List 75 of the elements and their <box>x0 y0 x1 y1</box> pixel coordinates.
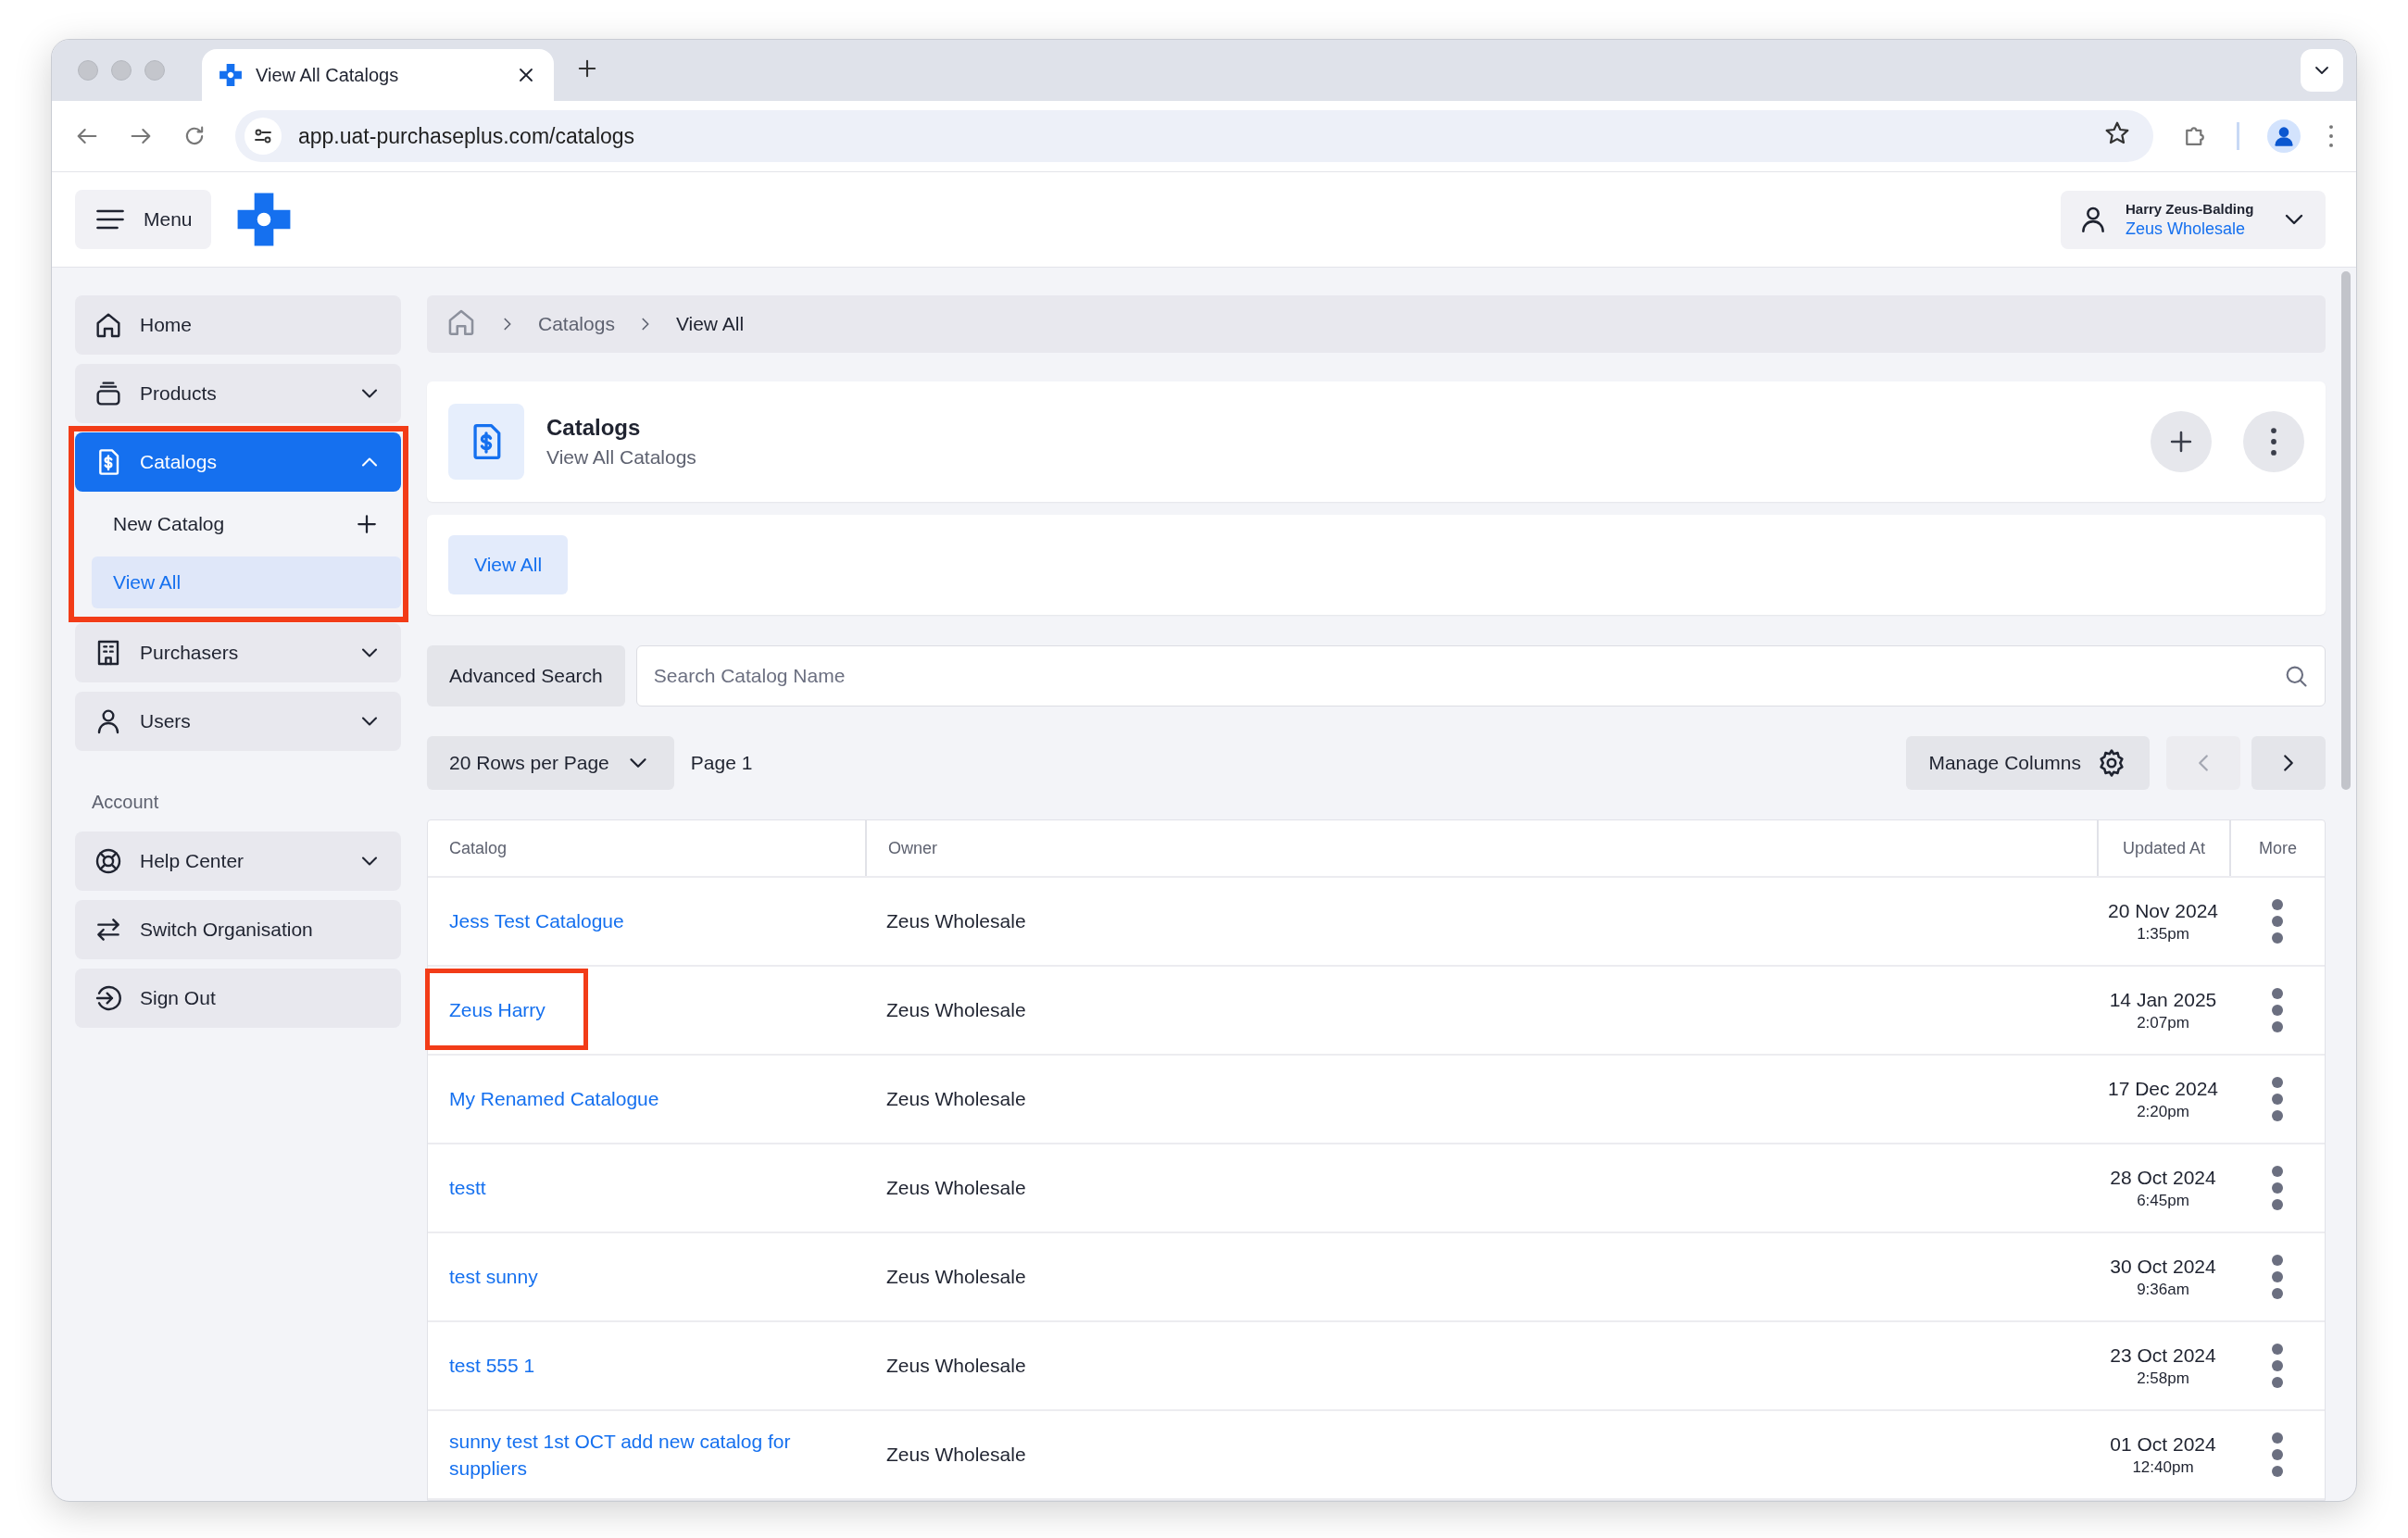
tab-title: View All Catalogs <box>256 64 400 86</box>
profile-button[interactable] <box>2267 119 2301 153</box>
table-cell-text: Zeus Wholesale <box>885 909 1027 933</box>
catalog-link[interactable]: Zeus Harry <box>449 996 546 1024</box>
date-text: 17 Dec 2024 <box>2107 1077 2219 1100</box>
time-text: 2:20pm <box>2137 1102 2189 1121</box>
advanced-search-button[interactable]: Advanced Search <box>427 645 625 706</box>
sidebar-item[interactable]: Sign Out <box>75 969 401 1028</box>
address-bar[interactable]: app.uat-purchaseplus.com/catalogs <box>235 110 2153 162</box>
more-vertical-icon[interactable] <box>2270 898 2284 944</box>
more-vertical-icon[interactable] <box>2270 1165 2284 1211</box>
time-text: 2:58pm <box>2137 1369 2189 1388</box>
more-vertical-icon[interactable] <box>2270 1076 2284 1122</box>
column-header: Updated At <box>2097 820 2229 876</box>
table-cell-text: Zeus Wholesale <box>885 1443 1027 1467</box>
lifebuoy-icon <box>94 846 123 876</box>
page-title: Catalogs <box>546 415 642 441</box>
section-heading: Account <box>92 792 160 813</box>
table-cell-text: Zeus Wholesale <box>885 1087 1027 1111</box>
person-icon <box>2272 124 2296 148</box>
catalog-link[interactable]: test sunny <box>449 1263 538 1291</box>
sidebar-item[interactable]: Users <box>75 692 401 751</box>
catalog-link[interactable]: test 555 1 <box>449 1352 535 1380</box>
browser-tab[interactable]: View All Catalogs <box>202 49 554 101</box>
breadcrumb-link[interactable]: Catalogs <box>538 313 615 335</box>
breadcrumb-link[interactable]: View All <box>675 313 745 335</box>
sidebar-item[interactable]: Purchasers <box>75 623 401 682</box>
sidebar-item[interactable]: Catalogs <box>75 432 401 492</box>
sign-out-icon <box>94 983 123 1013</box>
date-text: 28 Oct 2024 <box>2110 1166 2216 1189</box>
tab[interactable]: View All <box>448 535 569 594</box>
more-vertical-icon[interactable] <box>2270 987 2284 1033</box>
table-cell-text: Zeus Wholesale <box>885 998 1027 1022</box>
table-cell-text: Zeus Wholesale <box>885 1354 1027 1378</box>
scrollbar[interactable] <box>2341 271 2351 790</box>
table-cell-text: Zeus Wholesale <box>885 1176 1027 1200</box>
sidebar-item[interactable]: Products <box>75 364 401 423</box>
catalog-link[interactable]: My Renamed Catalogue <box>449 1085 659 1113</box>
column-header: Catalog <box>448 837 508 859</box>
time-text: 12:40pm <box>2132 1457 2194 1477</box>
more-vertical-icon[interactable] <box>2270 1432 2284 1478</box>
page-indicator: Page 1 <box>690 752 753 774</box>
user-menu-button[interactable]: Harry Zeus-Balding Zeus Wholesale <box>2061 190 2326 249</box>
more-vertical-icon[interactable] <box>2270 1343 2284 1389</box>
more-vertical-icon <box>2270 428 2277 456</box>
catalog-link[interactable]: Jess Test Catalogue <box>449 907 624 935</box>
url-text: app.uat-purchaseplus.com/catalogs <box>298 123 636 149</box>
rows-per-page-dropdown[interactable]: 20 Rows per Page <box>427 736 674 790</box>
date-text: 01 Oct 2024 <box>2110 1432 2216 1456</box>
time-text: 6:45pm <box>2137 1191 2189 1210</box>
submenu-item[interactable]: View All <box>92 556 401 608</box>
catalog-link[interactable]: testt <box>449 1174 486 1202</box>
submenu-item[interactable]: New Catalog <box>75 492 401 556</box>
date-text: 23 Oct 2024 <box>2110 1344 2216 1367</box>
manage-columns-button[interactable]: Manage Columns <box>1906 736 2150 790</box>
date-text: 14 Jan 2025 <box>2109 988 2217 1011</box>
catalog-link[interactable]: sunny test 1st OCT add new catalog for suppliers <box>449 1427 844 1482</box>
more-vertical-icon[interactable] <box>2328 125 2334 147</box>
time-text: 2:07pm <box>2137 1013 2189 1032</box>
time-text: 1:35pm <box>2137 924 2189 944</box>
column-header: Owner <box>865 820 2097 876</box>
search-field[interactable]: Search Catalog Name <box>635 645 2326 706</box>
sidebar-item[interactable]: Home <box>75 295 401 355</box>
stack-icon <box>94 379 123 408</box>
date-text: 30 Oct 2024 <box>2110 1255 2216 1278</box>
app-logo <box>219 63 243 87</box>
page-subtitle: View All Catalogs <box>546 446 697 469</box>
sidebar-item[interactable]: Switch Organisation <box>75 900 401 959</box>
column-header: More <box>2229 820 2325 876</box>
time-text: 9:36am <box>2137 1280 2189 1299</box>
table-cell-text: Zeus Wholesale <box>885 1265 1027 1289</box>
date-text: 20 Nov 2024 <box>2107 899 2219 922</box>
more-vertical-icon[interactable] <box>2270 1254 2284 1300</box>
sidebar-item[interactable]: Help Center <box>75 832 401 891</box>
menu-button[interactable]: Menu <box>75 190 211 249</box>
